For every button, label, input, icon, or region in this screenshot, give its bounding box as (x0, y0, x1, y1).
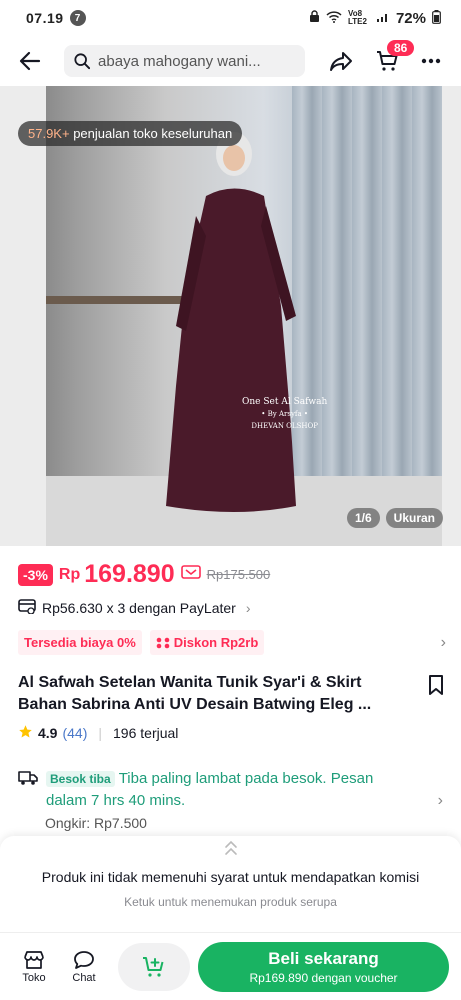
search-icon (74, 53, 91, 70)
buy-now-button[interactable]: Beli sekarang Rp169.890 dengan voucher (198, 941, 449, 992)
price-row: -3% Rp 169.890 Rp175.500 (18, 560, 270, 589)
network-label: Vo8 LTE2 (347, 9, 367, 26)
voucher-icon (180, 564, 201, 585)
more-options-button[interactable] (413, 43, 449, 79)
delivery-badge: Besok tiba (46, 771, 115, 787)
back-button[interactable] (12, 43, 48, 79)
rating-row[interactable]: 4.9 (44) | 196 terjual (18, 724, 178, 742)
paylater-row[interactable]: Rp56.630 x 3 dengan PayLater › (18, 598, 250, 617)
commission-message: Produk ini tidak memenuhi syarat untuk m… (41, 869, 420, 885)
battery-level: 72% (395, 9, 426, 27)
tag-free-fee: Tersedia biaya 0% (18, 630, 142, 655)
sales-count: 57.9K+ (28, 126, 70, 141)
chevron-right-icon: › (245, 599, 251, 616)
original-price: Rp175.500 (206, 567, 271, 582)
price-currency: Rp (58, 565, 81, 583)
bookmark-icon (429, 675, 443, 695)
status-time: 07.19 (26, 10, 64, 26)
shop-label: Toko (22, 971, 46, 984)
product-image-gallery[interactable]: One Set Al Safwah • By Arsyfa • DHEVAN O… (0, 86, 461, 546)
store-icon (24, 950, 44, 969)
image-index: 1/6 (346, 508, 380, 528)
commission-notice[interactable]: Produk ini tidak memenuhi syarat untuk m… (0, 836, 461, 932)
chat-label: Chat (72, 971, 96, 984)
watermark: One Set Al Safwah • By Arsyfa • DHEVAN O… (242, 396, 327, 432)
shipping-fee: Ongkir: Rp7.500 (45, 815, 147, 831)
chevron-up-icon (224, 840, 238, 861)
size-chip[interactable]: Ukuran (385, 508, 443, 528)
chat-icon (74, 950, 94, 969)
bottom-action-bar: Toko Chat Beli sekarang Rp169.890 dengan… (0, 932, 461, 1000)
image-counter: 1/6 Ukuran (346, 508, 443, 528)
tag-discount: Diskon Rp2rb (149, 630, 265, 655)
chevron-right-icon: › (440, 633, 446, 651)
add-to-cart-button[interactable] (118, 942, 190, 991)
signal-icon (376, 11, 390, 26)
paylater-text: Rp56.630 x 3 dengan PayLater (42, 599, 236, 616)
current-price: 169.890 (84, 560, 175, 588)
battery-icon (432, 9, 441, 27)
sales-text: penjualan toko keseluruhan (69, 126, 233, 141)
buy-now-price: Rp169.890 dengan voucher (249, 970, 398, 985)
product-title: Al Safwah Setelan Wanita Tunik Syar'i & … (18, 674, 372, 713)
share-button[interactable] (323, 43, 359, 79)
promo-tags[interactable]: Tersedia biaya 0% Diskon Rp2rb › (18, 630, 446, 655)
divider: | (98, 725, 103, 741)
truck-icon (18, 770, 38, 811)
search-bar[interactable] (64, 45, 305, 77)
similar-products-link[interactable]: Ketuk untuk menemukan produk serupa (0, 895, 461, 909)
arrow-left-icon (19, 51, 41, 71)
watermark-line-2: • By Arsyfa • (261, 410, 309, 418)
rating-score: 4.9 (38, 725, 58, 741)
watermark-line-3: DHEVAN OLSHOP (251, 422, 318, 430)
chat-button[interactable]: Chat (62, 950, 106, 984)
shipping-text-block: Besok tiba Tiba paling lambat pada besok.… (46, 768, 406, 811)
lock-icon (309, 10, 320, 26)
status-icons: Vo8 LTE2 72% (309, 9, 441, 27)
review-count[interactable]: (44) (62, 725, 87, 741)
share-icon (330, 52, 352, 71)
cart-button[interactable]: 86 (369, 40, 415, 79)
paylater-icon (18, 598, 36, 617)
discount-icon (156, 637, 170, 648)
chevron-right-icon: › (437, 792, 443, 809)
cart-plus-icon (143, 956, 164, 977)
cart-count-badge: 86 (387, 40, 415, 56)
watermark-line-1: One Set Al Safwah (242, 397, 328, 407)
more-icon (421, 58, 441, 64)
discount-badge: -3% (18, 563, 53, 586)
buy-now-label: Beli sekarang (268, 948, 379, 968)
model-dress-image (166, 132, 296, 512)
product-photo: One Set Al Safwah • By Arsyfa • DHEVAN O… (46, 86, 442, 546)
top-bar: 86 (0, 36, 461, 86)
tag-discount-label: Diskon Rp2rb (173, 635, 259, 650)
sales-badge: 57.9K+ penjualan toko keseluruhan (18, 121, 243, 146)
shipping-row[interactable]: Besok tiba Tiba paling lambat pada besok.… (18, 768, 446, 811)
bookmark-button[interactable] (427, 674, 445, 701)
wifi-icon (326, 10, 342, 26)
search-input[interactable] (98, 52, 295, 70)
shop-button[interactable]: Toko (12, 950, 56, 984)
notification-count: 7 (69, 10, 86, 26)
status-bar: 07.19 7 Vo8 LTE2 72% (0, 0, 461, 36)
star-icon (18, 724, 33, 742)
sold-count: 196 terjual (113, 725, 179, 741)
